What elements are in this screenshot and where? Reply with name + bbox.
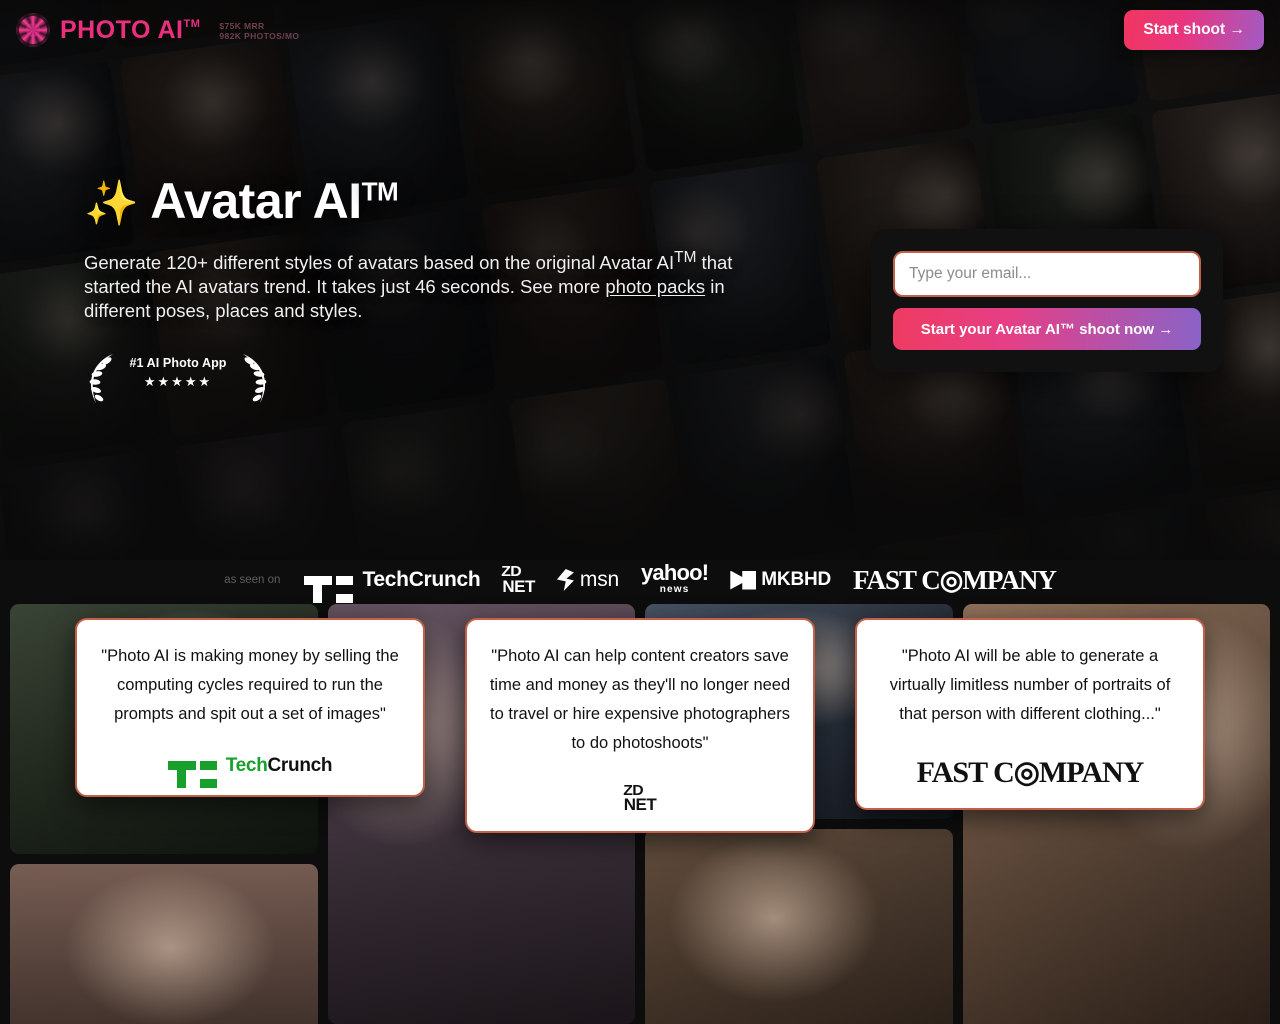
press-logo-bar: as seen on TechCrunch ZD NET msn yahoo! … xyxy=(0,556,1280,604)
mkbhd-label: MKBHD xyxy=(761,569,832,590)
testimonial-card: "Photo AI will be able to generate a vir… xyxy=(855,618,1205,810)
kpi-mrr: $75K MRR xyxy=(219,20,265,31)
start-shoot-button[interactable]: Start shoot → xyxy=(1124,10,1264,50)
press-logo-msn: msn xyxy=(556,568,619,592)
laurel-right-icon xyxy=(243,353,267,403)
hero-title-text: Avatar AITM xyxy=(150,173,399,229)
page-root: PHOTO AI TM $75K MRR 982K PHOTOS/MO Start… xyxy=(0,0,1280,1024)
laurel-left-icon xyxy=(89,353,113,403)
signup-card: Start your Avatar AI™ shoot now → xyxy=(871,229,1223,372)
techcrunch-label: TechCrunch xyxy=(362,568,481,591)
brand-trademark: TM xyxy=(183,17,201,30)
zdnet-logo: ZD NET xyxy=(622,781,657,815)
hero-desc-trademark: TM xyxy=(674,248,697,266)
kpi-photos-per-month: 982K PHOTOS/MO xyxy=(219,31,300,41)
msn-label: msn xyxy=(579,568,619,591)
photo-thumbnail xyxy=(10,864,318,1024)
testimonial-quote: "Photo AI is making money by selling the… xyxy=(101,647,399,723)
yahoo-label: yahoo! xyxy=(640,560,709,586)
techcrunch-mark-icon xyxy=(304,575,354,603)
press-logo-zdnet: ZD NET xyxy=(501,563,536,597)
press-logo-mkbhd: MKBHD xyxy=(730,569,831,591)
award-badge: #1 AI Photo App ★★★★★ xyxy=(84,353,272,404)
sparkles-icon: ✨ xyxy=(84,179,139,228)
brand-name-text: PHOTO AI xyxy=(60,15,184,44)
zdnet-line1: ZD xyxy=(501,563,522,581)
photo-thumbnail xyxy=(645,829,953,1024)
aperture-pinwheel-icon xyxy=(16,13,50,47)
testimonial-cards: "Photo AI is making money by selling the… xyxy=(0,618,1280,833)
testimonial-source-techcrunch: TechCrunch xyxy=(167,754,333,789)
testimonial-card: "Photo AI is making money by selling the… xyxy=(75,618,425,797)
site-header: PHOTO AI TM $75K MRR 982K PHOTOS/MO Start… xyxy=(0,0,1280,60)
start-avatar-shoot-button[interactable]: Start your Avatar AI™ shoot now → xyxy=(893,308,1201,350)
email-input[interactable] xyxy=(893,251,1201,297)
press-logo-yahoo-news: yahoo! news xyxy=(640,560,709,597)
press-logo-techcrunch: TechCrunch xyxy=(304,568,481,603)
hero-desc-part1: Generate 120+ different styles of avatar… xyxy=(84,251,675,273)
msn-butterfly-icon xyxy=(556,569,574,591)
as-seen-on-label: as seen on xyxy=(224,574,281,586)
photo-packs-link[interactable]: photo packs xyxy=(605,276,705,297)
testimonial-source-zdnet: ZD NET xyxy=(622,781,657,815)
techcrunch-label: TechCrunch xyxy=(225,754,333,776)
mkbhd-bowtie-icon xyxy=(730,570,757,590)
press-logo-fast-company: FAST C◎MPANY xyxy=(853,564,1057,595)
zdnet-line1: ZD xyxy=(622,781,643,799)
brand-wordmark: PHOTO AI TM xyxy=(60,15,201,44)
badge-content: #1 AI Photo App ★★★★★ xyxy=(122,356,234,390)
techcrunch-mark-icon xyxy=(167,761,217,789)
page-title: ✨ Avatar AITM xyxy=(84,175,784,228)
brand-logo[interactable]: PHOTO AI TM $75K MRR 982K PHOTOS/MO xyxy=(16,13,299,47)
testimonial-source-fast-company: FAST C◎MPANY xyxy=(916,755,1145,790)
zdnet-line2: NET xyxy=(502,577,535,597)
hero-title-trademark: TM xyxy=(361,176,399,207)
brand-kpis: $75K MRR 982K PHOTOS/MO xyxy=(219,19,299,41)
rating-stars: ★★★★★ xyxy=(143,373,213,389)
fast-company-label: FAST C◎MPANY xyxy=(916,755,1145,789)
zdnet-line2: NET xyxy=(623,795,657,815)
badge-title: #1 AI Photo App xyxy=(129,355,227,370)
hero-content: ✨ Avatar AITM Generate 120+ different st… xyxy=(84,175,784,404)
testimonial-quote: "Photo AI will be able to generate a vir… xyxy=(889,647,1171,723)
testimonial-card: "Photo AI can help content creators save… xyxy=(465,618,815,833)
hero-description: Generate 120+ different styles of avatar… xyxy=(84,248,774,324)
testimonial-quote: "Photo AI can help content creators save… xyxy=(489,647,791,752)
